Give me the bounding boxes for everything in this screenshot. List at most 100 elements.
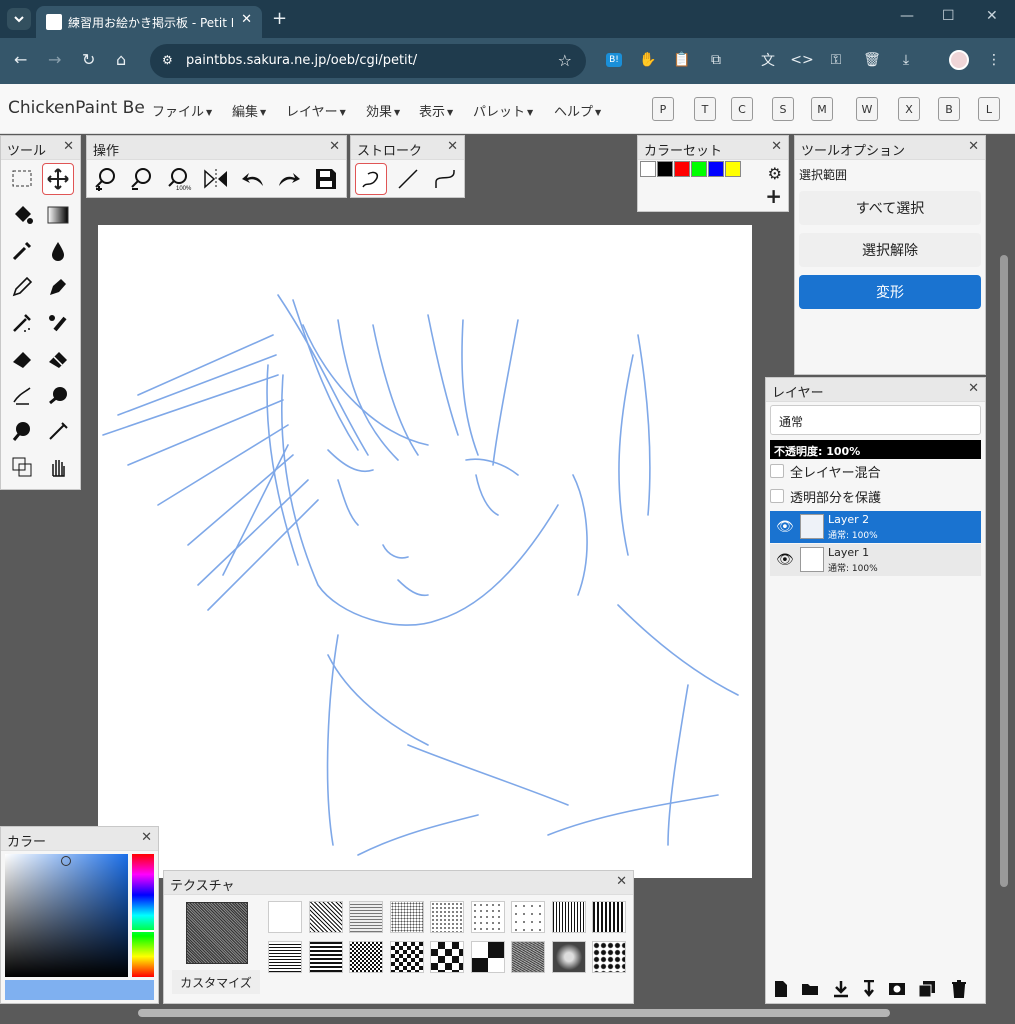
dodge-tool[interactable] [6, 415, 38, 447]
hand-icon[interactable]: ✋ [638, 50, 658, 70]
undo-button[interactable] [237, 163, 269, 195]
site-info-icon[interactable]: ⚙ [162, 53, 173, 67]
vertical-scrollbar[interactable] [1000, 255, 1008, 887]
download-icon[interactable]: ⤓ [896, 50, 916, 70]
transform-button[interactable]: 変形 [799, 275, 981, 309]
texture-swatch[interactable] [551, 901, 586, 933]
clone-tool[interactable] [6, 451, 38, 483]
gear-icon[interactable]: ⚙ [768, 164, 782, 183]
reload-button[interactable]: ↻ [82, 50, 95, 69]
eyedropper-tool[interactable] [6, 235, 38, 267]
palette-toggle-p[interactable]: P [652, 97, 674, 121]
eraser-tool[interactable] [6, 343, 38, 375]
texture-swatch[interactable] [308, 901, 343, 933]
merge-icon[interactable] [860, 980, 878, 998]
back-button[interactable]: ← [14, 50, 27, 69]
bezier-stroke-button[interactable] [429, 163, 461, 195]
code-icon[interactable]: <> [790, 50, 813, 70]
deselect-button[interactable]: 選択解除 [799, 233, 981, 267]
color-swatch[interactable] [640, 161, 656, 177]
select-all-button[interactable]: すべて選択 [799, 191, 981, 225]
fill-tool[interactable] [6, 199, 38, 231]
texture-swatch[interactable] [349, 941, 383, 973]
tab-search-button[interactable] [7, 8, 31, 30]
texture-swatch[interactable] [592, 901, 626, 933]
color-swatch[interactable] [708, 161, 724, 177]
flip-horizontal-button[interactable] [200, 163, 232, 195]
palette-toggle-x[interactable]: X [898, 97, 920, 121]
minimize-button[interactable]: — [900, 8, 914, 24]
zoom-in-button[interactable] [90, 163, 122, 195]
tab-close-icon[interactable]: ✕ [241, 12, 252, 27]
color-swatch[interactable] [725, 161, 741, 177]
zoom-out-button[interactable] [126, 163, 158, 195]
close-icon[interactable]: ✕ [968, 139, 979, 154]
sample-all-checkbox[interactable] [770, 464, 784, 478]
blur-tool[interactable] [42, 235, 74, 267]
texture-swatch[interactable] [470, 941, 505, 973]
texture-swatch[interactable] [389, 941, 424, 973]
maximize-button[interactable]: ☐ [942, 8, 955, 24]
move-tool[interactable] [42, 163, 74, 195]
home-button[interactable]: ⌂ [116, 50, 126, 69]
opacity-slider[interactable]: 不透明度: 100% [770, 440, 981, 459]
zoom-100-button[interactable]: 100% [163, 163, 195, 195]
texture-swatch[interactable] [511, 901, 545, 933]
saturation-value-picker[interactable] [5, 854, 128, 977]
palette-toggle-b[interactable]: B [938, 97, 960, 121]
palette-toggle-s[interactable]: S [772, 97, 794, 121]
customize-button[interactable]: カスタマイズ [172, 970, 260, 994]
texture-swatch[interactable] [430, 901, 464, 933]
add-swatch-icon[interactable]: + [765, 186, 782, 206]
extension-icon[interactable]: ⧉ [706, 50, 726, 70]
texture-swatch[interactable] [470, 901, 505, 933]
pencil-tool[interactable] [6, 271, 38, 303]
address-bar[interactable]: ⚙ paintbbs.sakura.ne.jp/oeb/cgi/petit/ ☆ [150, 44, 586, 78]
close-icon[interactable]: ✕ [771, 139, 782, 154]
picker-handle[interactable] [61, 856, 71, 866]
texture-swatch[interactable] [268, 901, 302, 933]
burn-tool[interactable] [42, 415, 74, 447]
gradient-tool[interactable] [42, 199, 74, 231]
color-swatch[interactable] [657, 161, 673, 177]
hue-slider[interactable] [132, 854, 154, 977]
texture-swatch[interactable] [511, 941, 545, 973]
menu-view[interactable]: 表示 ▼ [419, 101, 453, 120]
menu-file[interactable]: ファイル ▼ [152, 101, 212, 120]
line-stroke-button[interactable] [392, 163, 424, 195]
redo-button[interactable] [273, 163, 305, 195]
duplicate-layer-icon[interactable] [918, 980, 936, 998]
key-icon[interactable]: ⚿ [826, 50, 846, 70]
layer-mask-icon[interactable] [888, 980, 906, 998]
palette-toggle-c[interactable]: C [731, 97, 753, 121]
menu-effect[interactable]: 効果 ▼ [366, 101, 400, 120]
watercolor-tool[interactable] [42, 307, 74, 339]
new-tab-button[interactable]: + [272, 8, 287, 29]
hue-handle[interactable] [132, 930, 154, 932]
horizontal-scrollbar[interactable] [138, 1009, 890, 1017]
menu-palette[interactable]: パレット ▼ [473, 101, 533, 120]
texture-swatch[interactable] [430, 941, 464, 973]
color-swatch[interactable] [691, 161, 707, 177]
palette-toggle-l[interactable]: L [978, 97, 1000, 121]
texture-swatch[interactable] [592, 941, 626, 973]
save-button[interactable] [310, 163, 342, 195]
palette-toggle-m[interactable]: M [811, 97, 833, 121]
blend-mode-select[interactable]: 通常 [770, 405, 981, 435]
close-icon[interactable]: ✕ [616, 874, 627, 889]
profile-avatar[interactable] [949, 50, 969, 70]
close-icon[interactable]: ✕ [329, 139, 340, 154]
close-icon[interactable]: ✕ [968, 381, 979, 396]
trash-extension-icon[interactable]: 🗑 [862, 50, 882, 70]
soft-eraser-tool[interactable] [42, 343, 74, 375]
texture-swatch[interactable] [308, 941, 343, 973]
palette-toggle-t[interactable]: T [694, 97, 716, 121]
menu-help[interactable]: ヘルプ ▼ [554, 101, 601, 120]
texture-swatch[interactable] [389, 901, 424, 933]
close-window-button[interactable]: ✕ [986, 8, 998, 24]
eye-visibility-icon[interactable]: 👁 [776, 552, 794, 568]
smudge-tool[interactable] [6, 379, 38, 411]
texture-swatch[interactable] [268, 941, 302, 973]
airbrush-tool[interactable] [6, 307, 38, 339]
close-icon[interactable]: ✕ [63, 139, 74, 154]
